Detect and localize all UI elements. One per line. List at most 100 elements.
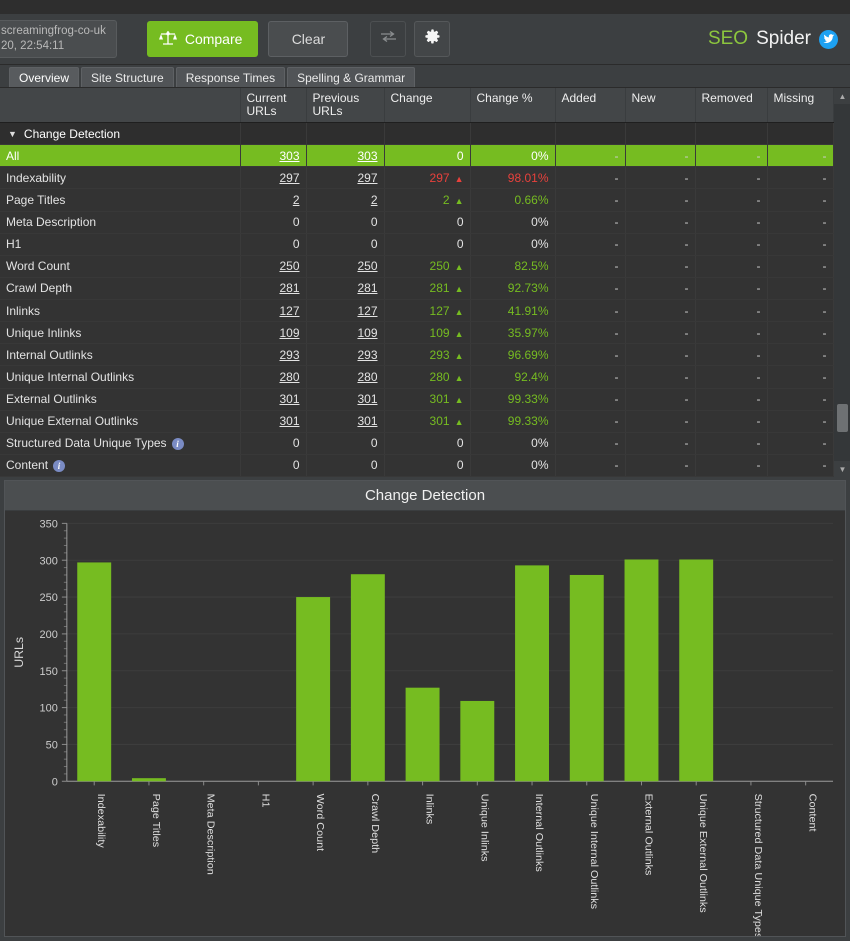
twitter-icon[interactable] <box>819 30 838 49</box>
col-change-pct[interactable]: Change % <box>470 88 555 123</box>
x-tick-label: Meta Description <box>205 794 217 875</box>
current-urls-cell[interactable]: 127 <box>240 300 306 322</box>
change-cell-value: 0 <box>457 458 464 472</box>
current-urls-cell[interactable]: 281 <box>240 277 306 299</box>
previous-urls-cell-value: 280 <box>357 370 377 384</box>
scroll-down-arrow[interactable]: ▼ <box>834 461 850 477</box>
change-pct-cell: 82.5% <box>470 255 555 277</box>
scroll-thumb[interactable] <box>837 404 848 432</box>
col-current-urls[interactable]: Current URLs <box>240 88 306 123</box>
table-vertical-scrollbar[interactable]: ▲ ▼ <box>834 88 850 477</box>
chart-bar[interactable] <box>515 565 549 781</box>
row-label-cell: Inlinks <box>0 300 240 322</box>
table-row[interactable]: All30330300%---- <box>0 145 833 167</box>
settings-button[interactable] <box>414 21 450 57</box>
table-row[interactable]: Internal Outlinks293293293▲96.69%---- <box>0 344 833 366</box>
previous-urls-cell[interactable]: 303 <box>306 145 384 167</box>
crawl-selector-chip[interactable]: screamingfrog-co-uk 20, 22:54:11 <box>0 20 117 58</box>
current-urls-cell[interactable]: 109 <box>240 322 306 344</box>
previous-urls-cell[interactable]: 301 <box>306 410 384 432</box>
previous-urls-cell[interactable]: 280 <box>306 366 384 388</box>
info-icon[interactable]: i <box>53 460 65 472</box>
previous-urls-cell-value: 0 <box>371 237 378 251</box>
window-title-strip <box>0 0 850 14</box>
collapse-caret-icon[interactable]: ▼ <box>8 129 17 139</box>
swap-crawls-button[interactable] <box>370 21 406 57</box>
change-cell: 109▲ <box>384 322 470 344</box>
previous-urls-cell[interactable]: 301 <box>306 388 384 410</box>
info-icon[interactable]: i <box>172 438 184 450</box>
col-name[interactable] <box>0 88 240 123</box>
previous-urls-cell[interactable]: 109 <box>306 322 384 344</box>
table-row[interactable]: Unique External Outlinks301301301▲99.33%… <box>0 410 833 432</box>
previous-urls-cell[interactable]: 127 <box>306 300 384 322</box>
added-cell-value: - <box>615 304 619 318</box>
current-urls-cell-value: 303 <box>279 149 299 163</box>
new-cell: - <box>625 277 695 299</box>
new-cell-value: - <box>685 149 689 163</box>
previous-urls-cell[interactable]: 281 <box>306 277 384 299</box>
chart-bar[interactable] <box>570 575 604 781</box>
current-urls-cell[interactable]: 280 <box>240 366 306 388</box>
current-urls-cell[interactable]: 303 <box>240 145 306 167</box>
previous-urls-cell[interactable]: 297 <box>306 167 384 189</box>
col-removed[interactable]: Removed <box>695 88 767 123</box>
table-row[interactable]: Unique Inlinks109109109▲35.97%---- <box>0 322 833 344</box>
table-row[interactable]: Word Count250250250▲82.5%---- <box>0 255 833 277</box>
tab-spelling-grammar[interactable]: Spelling & Grammar <box>287 67 415 87</box>
current-urls-cell[interactable]: 2 <box>240 189 306 211</box>
change-detection-bar-chart[interactable]: 050100150200250300350URLsIndexabilityPag… <box>5 511 845 936</box>
clear-button[interactable]: Clear <box>268 21 348 57</box>
col-missing[interactable]: Missing <box>767 88 833 123</box>
current-urls-cell[interactable]: 301 <box>240 410 306 432</box>
change-up-arrow-icon: ▲ <box>455 351 464 361</box>
x-tick-label: Internal Outlinks <box>533 794 545 872</box>
table-group-row[interactable]: ▼Change Detection <box>0 123 833 145</box>
scroll-track[interactable] <box>834 104 850 461</box>
previous-urls-cell[interactable]: 2 <box>306 189 384 211</box>
removed-cell-value: - <box>757 392 761 406</box>
table-row[interactable]: H10000%---- <box>0 233 833 255</box>
current-urls-cell[interactable]: 297 <box>240 167 306 189</box>
previous-urls-cell[interactable]: 293 <box>306 344 384 366</box>
current-urls-cell[interactable]: 293 <box>240 344 306 366</box>
table-row[interactable]: Structured Data Unique Typesi0000%---- <box>0 432 833 454</box>
table-row[interactable]: Inlinks127127127▲41.91%---- <box>0 300 833 322</box>
current-urls-cell[interactable]: 250 <box>240 255 306 277</box>
col-added[interactable]: Added <box>555 88 625 123</box>
missing-cell-value: - <box>823 149 827 163</box>
table-row[interactable]: Unique Internal Outlinks280280280▲92.4%-… <box>0 366 833 388</box>
scroll-up-arrow[interactable]: ▲ <box>834 88 850 104</box>
current-urls-cell[interactable]: 301 <box>240 388 306 410</box>
table-row[interactable]: External Outlinks301301301▲99.33%---- <box>0 388 833 410</box>
chart-bar[interactable] <box>406 688 440 782</box>
new-cell-value: - <box>685 458 689 472</box>
col-new[interactable]: New <box>625 88 695 123</box>
table-row[interactable]: Page Titles222▲0.66%---- <box>0 189 833 211</box>
missing-cell: - <box>767 366 833 388</box>
chart-bar[interactable] <box>460 701 494 781</box>
balance-scale-icon <box>159 30 177 49</box>
col-previous-urls[interactable]: Previous URLs <box>306 88 384 123</box>
table-row[interactable]: Crawl Depth281281281▲92.73%---- <box>0 277 833 299</box>
missing-cell: - <box>767 167 833 189</box>
change-up-arrow-icon: ▲ <box>455 395 464 405</box>
change-cell: 2▲ <box>384 189 470 211</box>
chart-bar[interactable] <box>296 597 330 781</box>
chart-bar[interactable] <box>132 778 166 781</box>
compare-button[interactable]: Compare <box>147 21 259 57</box>
col-change[interactable]: Change <box>384 88 470 123</box>
chart-bar[interactable] <box>679 559 713 781</box>
chart-bar[interactable] <box>351 574 385 781</box>
chart-bar[interactable] <box>625 559 659 781</box>
removed-cell: - <box>695 211 767 233</box>
table-row[interactable]: Contenti0000%---- <box>0 454 833 476</box>
tab-overview[interactable]: Overview <box>9 67 79 87</box>
table-row[interactable]: Meta Description0000%---- <box>0 211 833 233</box>
previous-urls-cell[interactable]: 250 <box>306 255 384 277</box>
tab-site-structure[interactable]: Site Structure <box>81 67 174 87</box>
tab-response-times[interactable]: Response Times <box>176 67 285 87</box>
group-label-cell[interactable]: ▼Change Detection <box>0 123 240 145</box>
table-row[interactable]: Indexability297297297▲98.01%---- <box>0 167 833 189</box>
chart-bar[interactable] <box>77 562 111 781</box>
